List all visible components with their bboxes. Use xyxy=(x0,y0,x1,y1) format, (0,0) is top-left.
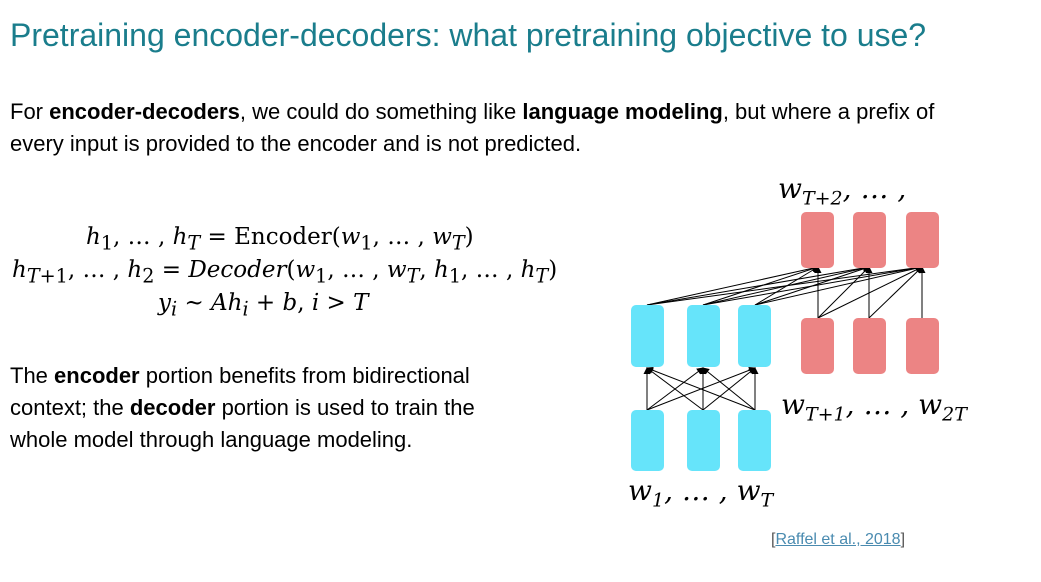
encoder-bottom-block-1 xyxy=(631,410,664,471)
label-decoder-inputs: wT+1, … , w2T xyxy=(781,388,967,426)
encoder-top-block-3 xyxy=(738,305,771,367)
decoder-top-block-1 xyxy=(801,212,834,268)
encoder-top-block-1 xyxy=(631,305,664,367)
citation-close-bracket: ] xyxy=(900,531,906,548)
decoder-bottom-block-3 xyxy=(906,318,939,374)
label-encoder-inputs: w1, … , wT xyxy=(628,474,774,512)
decoder-bottom-block-1 xyxy=(801,318,834,374)
encoder-bottom-block-2 xyxy=(687,410,720,471)
citation-link[interactable]: Raffel et al., 2018 xyxy=(775,531,900,548)
decoder-top-block-3 xyxy=(906,212,939,268)
encoder-bottom-block-3 xyxy=(738,410,771,471)
citation: [Raffel et al., 2018] xyxy=(771,531,905,549)
encoder-top-block-2 xyxy=(687,305,720,367)
connection-lines xyxy=(643,264,926,411)
decoder-bottom-block-2 xyxy=(853,318,886,374)
decoder-top-block-2 xyxy=(853,212,886,268)
